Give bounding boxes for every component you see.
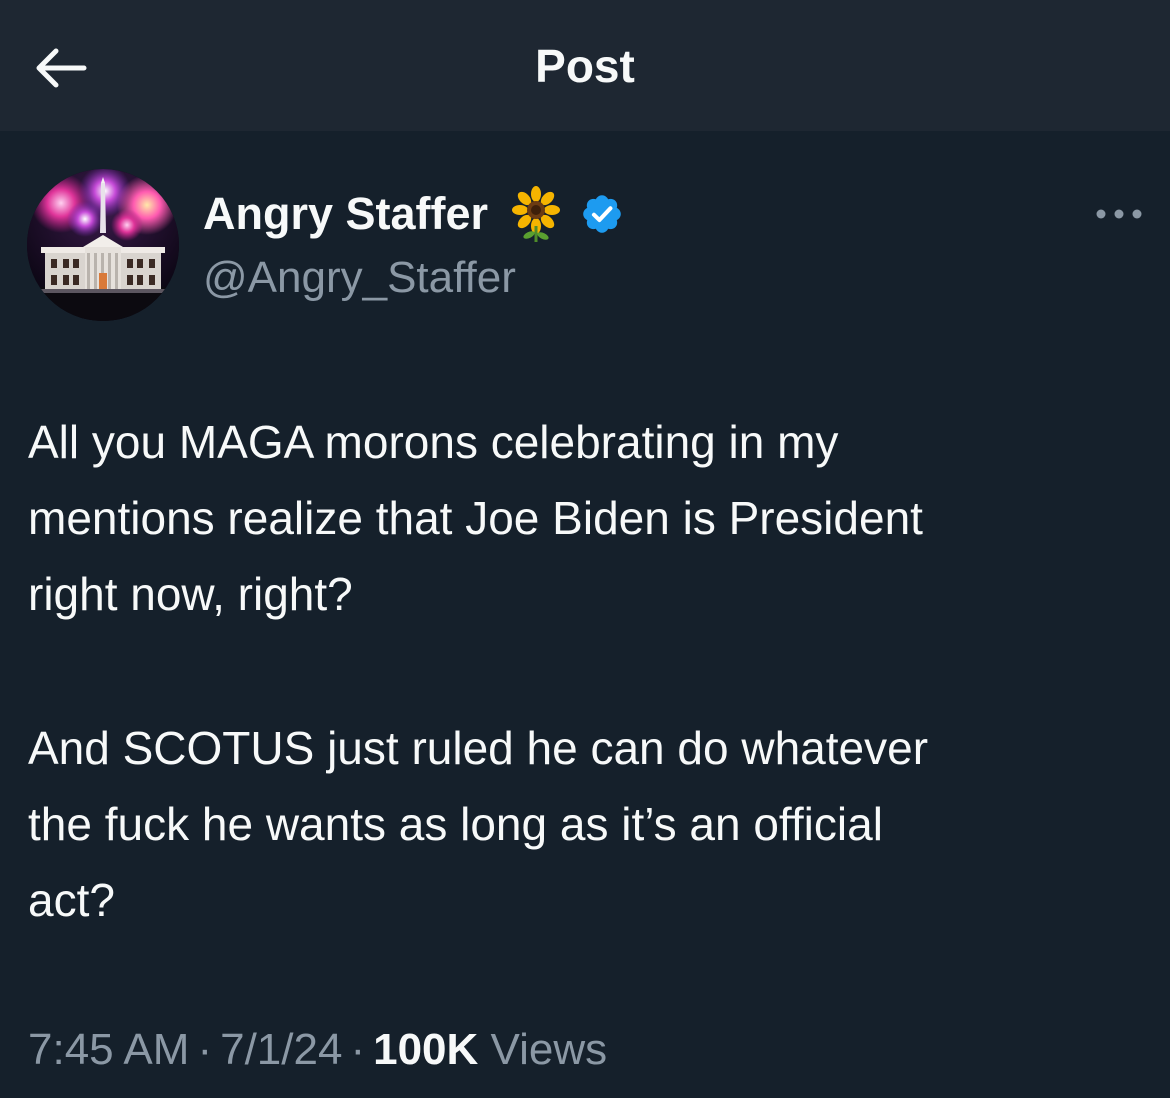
post-text-line: right now, right?	[28, 568, 353, 620]
more-options-button[interactable]	[1090, 196, 1148, 232]
post-date[interactable]: 7/1/24	[220, 1025, 342, 1074]
more-horizontal-icon	[1096, 209, 1142, 219]
meta-separator: ·	[350, 1025, 366, 1074]
avatar[interactable]	[27, 169, 179, 321]
avatar-image	[27, 169, 179, 321]
post-text-line: And SCOTUS just ruled he can do whatever	[28, 722, 929, 774]
post-paragraph: All you MAGA morons celebrating in my me…	[28, 404, 1148, 632]
post-text-line: the fuck he wants as long as it’s an off…	[28, 798, 883, 850]
page-title: Post	[535, 40, 635, 92]
post-meta: 7:45 AM · 7/1/24 · 100K Views	[28, 1022, 607, 1078]
views-label: Views	[490, 1025, 608, 1074]
verified-badge-icon	[583, 195, 621, 233]
meta-separator: ·	[197, 1025, 213, 1074]
sunflower-emoji-icon	[512, 186, 561, 242]
post-text-line: act?	[28, 874, 115, 926]
post-text-line: All you MAGA morons celebrating in my	[28, 416, 839, 468]
author-name-row[interactable]: Angry Staffer	[203, 186, 624, 242]
post-text-line: mentions realize that Joe Biden is Presi…	[28, 492, 923, 544]
views-count: 100K	[373, 1025, 479, 1074]
top-bar: Post	[0, 0, 1170, 131]
author-handle[interactable]: @Angry_Staffer	[203, 250, 516, 306]
post-paragraph: And SCOTUS just ruled he can do whatever…	[28, 710, 1148, 938]
author-name[interactable]: Angry Staffer	[203, 186, 488, 242]
post-time[interactable]: 7:45 AM	[28, 1025, 189, 1074]
